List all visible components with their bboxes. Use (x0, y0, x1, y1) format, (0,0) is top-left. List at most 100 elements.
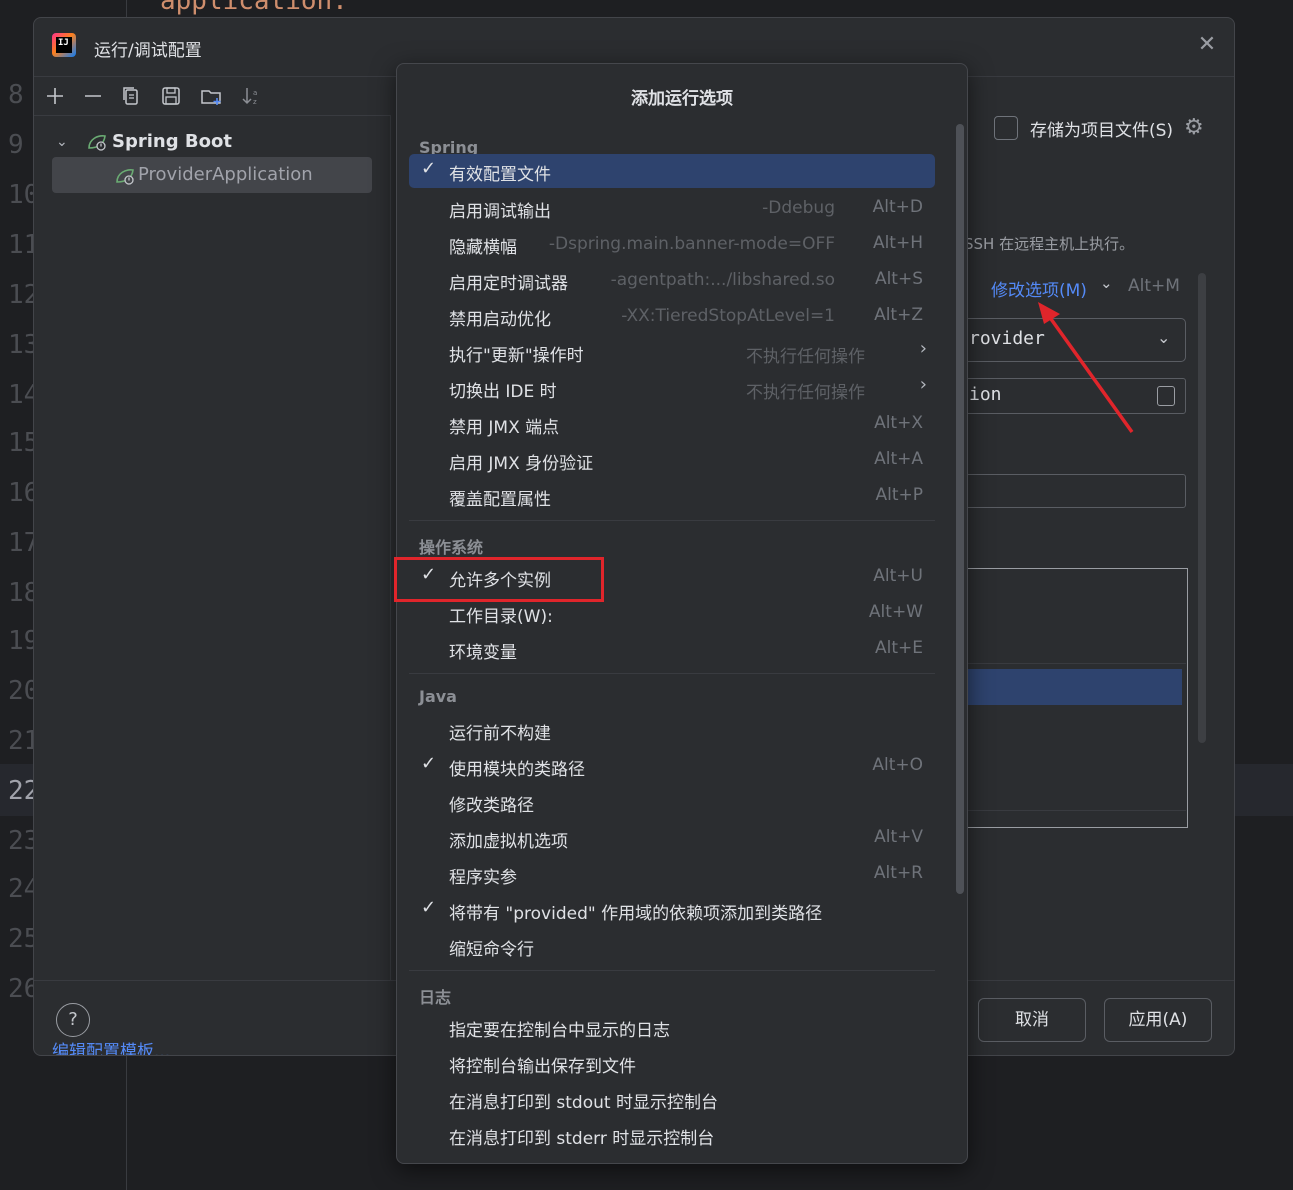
close-icon[interactable]: ✕ (1194, 32, 1220, 58)
menu-item-label: 覆盖配置属性 (449, 490, 551, 510)
tree-item-label: ProviderApplication (138, 164, 313, 185)
menu-item[interactable]: 禁用启动优化 -XX:TieredStopAtLevel=1 Alt+Z (409, 299, 935, 333)
menu-item[interactable]: 在消息打印到 stderr 时显示控制台 (409, 1118, 935, 1152)
chevron-down-icon[interactable]: ⌄ (56, 125, 68, 159)
menu-item[interactable]: 修改类路径 (409, 785, 935, 819)
new-folder-icon[interactable] (198, 83, 224, 109)
section-divider (409, 673, 935, 674)
section-divider (409, 970, 935, 971)
checkmark-icon: ✓ (421, 158, 437, 179)
config-tree-panel: ⌄ Spring Boot ProviderApplication 编辑配置模板… (34, 115, 391, 1055)
menu-item-label: 禁用启动优化 (449, 310, 551, 330)
menu-item-label: 禁用 JMX 端点 (449, 418, 560, 438)
menu-item-label: 修改类路径 (449, 796, 534, 816)
menu-item-shortcut: Alt+U (873, 566, 923, 586)
popup-title: 添加运行选项 (631, 89, 733, 109)
menu-item-label: 启用调试输出 (449, 202, 551, 222)
menu-item-label: 隐藏横幅 (449, 238, 517, 258)
browse-icon[interactable] (1157, 386, 1175, 406)
table-divider (934, 663, 1186, 664)
svg-text:a: a (253, 89, 257, 97)
menu-item[interactable]: 禁用 JMX 端点 Alt+X (409, 407, 935, 441)
menu-item-shortcut: Alt+R (873, 863, 923, 883)
menu-item-label: 有效配置文件 (449, 165, 551, 185)
menu-item[interactable]: 运行前不构建 (409, 713, 935, 747)
menu-item-label: 缩短命令行 (449, 940, 534, 960)
menu-item-hint: -agentpath:.../libshared.so (610, 270, 835, 290)
help-button[interactable]: ? (56, 1003, 90, 1037)
menu-item-hint: 不执行任何操作 (746, 383, 865, 403)
scrollbar[interactable] (1198, 273, 1206, 743)
menu-item[interactable]: 环境变量 Alt+E (409, 632, 935, 666)
menu-item-hint: 不执行任何操作 (746, 347, 865, 367)
section-header: Java (419, 687, 457, 706)
apply-button[interactable]: 应用(A) (1104, 998, 1212, 1042)
gear-icon[interactable]: ⚙ (1184, 115, 1204, 140)
table-row-selected[interactable] (964, 669, 1182, 705)
checkmark-icon: ✓ (421, 753, 437, 774)
menu-item[interactable]: 在消息打印到 stdout 时显示控制台 (409, 1082, 935, 1116)
menu-item-shortcut: Alt+E (874, 638, 923, 658)
menu-item-shortcut: Alt+W (868, 602, 923, 622)
remove-icon[interactable] (80, 83, 106, 109)
menu-item[interactable]: 启用 JMX 身份验证 Alt+A (409, 443, 935, 477)
menu-item-label: 运行前不构建 (449, 724, 551, 744)
checkmark-icon: ✓ (421, 897, 437, 918)
menu-item-label: 添加虚拟机选项 (449, 832, 568, 852)
popup-scrollbar[interactable] (956, 124, 964, 894)
menu-item-label: 指定要在控制台中显示的日志 (449, 1021, 670, 1041)
section-header: 操作系统 (419, 538, 484, 557)
text-field[interactable] (934, 474, 1186, 508)
menu-item[interactable]: 启用定时调试器 -agentpath:.../libshared.so Alt+S (409, 263, 935, 297)
tree-item-provider-application[interactable]: ProviderApplication (52, 157, 372, 193)
store-as-project-file-checkbox[interactable] (994, 116, 1018, 140)
sort-icon[interactable]: az (238, 83, 264, 109)
menu-item[interactable]: 执行"更新"操作时 不执行任何操作 › (409, 335, 935, 369)
menu-item[interactable]: 程序实参 Alt+R (409, 857, 935, 891)
menu-item-shortcut: Alt+S (874, 269, 923, 289)
red-arrow-annotation (1038, 302, 1134, 434)
chevron-down-icon[interactable]: ⌄ (1157, 328, 1170, 347)
menu-item[interactable]: 缩短命令行 (409, 929, 935, 963)
menu-item[interactable]: 添加虚拟机选项 Alt+V (409, 821, 935, 855)
menu-item-label: 将控制台输出保存到文件 (449, 1057, 636, 1077)
chevron-down-icon[interactable]: ⌄ (1100, 274, 1113, 292)
menu-item[interactable]: 启用调试输出 -Ddebug Alt+D (409, 191, 935, 225)
dialog-title: 运行/调试配置 (94, 41, 202, 61)
cancel-button[interactable]: 取消 (978, 998, 1086, 1042)
ssh-hint-text: SSH 在远程主机上执行。 (964, 235, 1135, 253)
menu-item[interactable]: 将控制台输出保存到文件 (409, 1046, 935, 1080)
menu-item[interactable]: 覆盖配置属性 Alt+P (409, 479, 935, 513)
modify-options-link[interactable]: 修改选项(M) (991, 276, 1087, 301)
menu-item-label: 工作目录(W): (449, 607, 553, 627)
menu-item[interactable]: 指定要在控制台中显示的日志 (409, 1010, 935, 1044)
menu-item-label: 程序实参 (449, 868, 517, 888)
menu-item-label: 执行"更新"操作时 (449, 346, 584, 366)
menu-item-shortcut: Alt+V (874, 827, 923, 847)
menu-item-label: 切换出 IDE 时 (449, 382, 557, 402)
menu-item-shortcut: Alt+O (872, 755, 923, 775)
copy-icon[interactable] (118, 83, 144, 109)
config-toolbar: az (34, 77, 390, 116)
menu-item-shortcut: Alt+X (874, 413, 923, 433)
menu-item[interactable]: ✓ 将带有 "provided" 作用域的依赖项添加到类路径 (409, 893, 935, 927)
menu-item-label: 启用 JMX 身份验证 (449, 454, 594, 474)
spring-boot-icon (88, 135, 106, 151)
menu-item[interactable]: ✓ 有效配置文件 (409, 154, 935, 188)
menu-item-hint: -Dspring.main.banner-mode=OFF (548, 234, 835, 254)
tree-group-spring-boot[interactable]: ⌄ Spring Boot (34, 125, 390, 159)
menu-item[interactable]: 隐藏横幅 -Dspring.main.banner-mode=OFF Alt+H (409, 227, 935, 261)
menu-item-hint: -Ddebug (762, 198, 835, 218)
main-class-value: ion (969, 384, 1002, 405)
menu-item-label: 将带有 "provided" 作用域的依赖项添加到类路径 (449, 904, 823, 924)
save-icon[interactable] (158, 83, 184, 109)
menu-item-shortcut: Alt+D (872, 197, 923, 217)
menu-item-shortcut: Alt+H (872, 233, 923, 253)
add-icon[interactable] (42, 83, 68, 109)
svg-text:z: z (253, 98, 257, 106)
menu-item-label: 在消息打印到 stdout 时显示控制台 (449, 1093, 718, 1113)
modify-options-shortcut: Alt+M (1128, 276, 1180, 296)
store-as-project-file-label: 存储为项目文件(S) (1030, 121, 1174, 141)
menu-item[interactable]: 切换出 IDE 时 不执行任何操作 › (409, 371, 935, 405)
menu-item[interactable]: ✓ 使用模块的类路径 Alt+O (409, 749, 935, 783)
